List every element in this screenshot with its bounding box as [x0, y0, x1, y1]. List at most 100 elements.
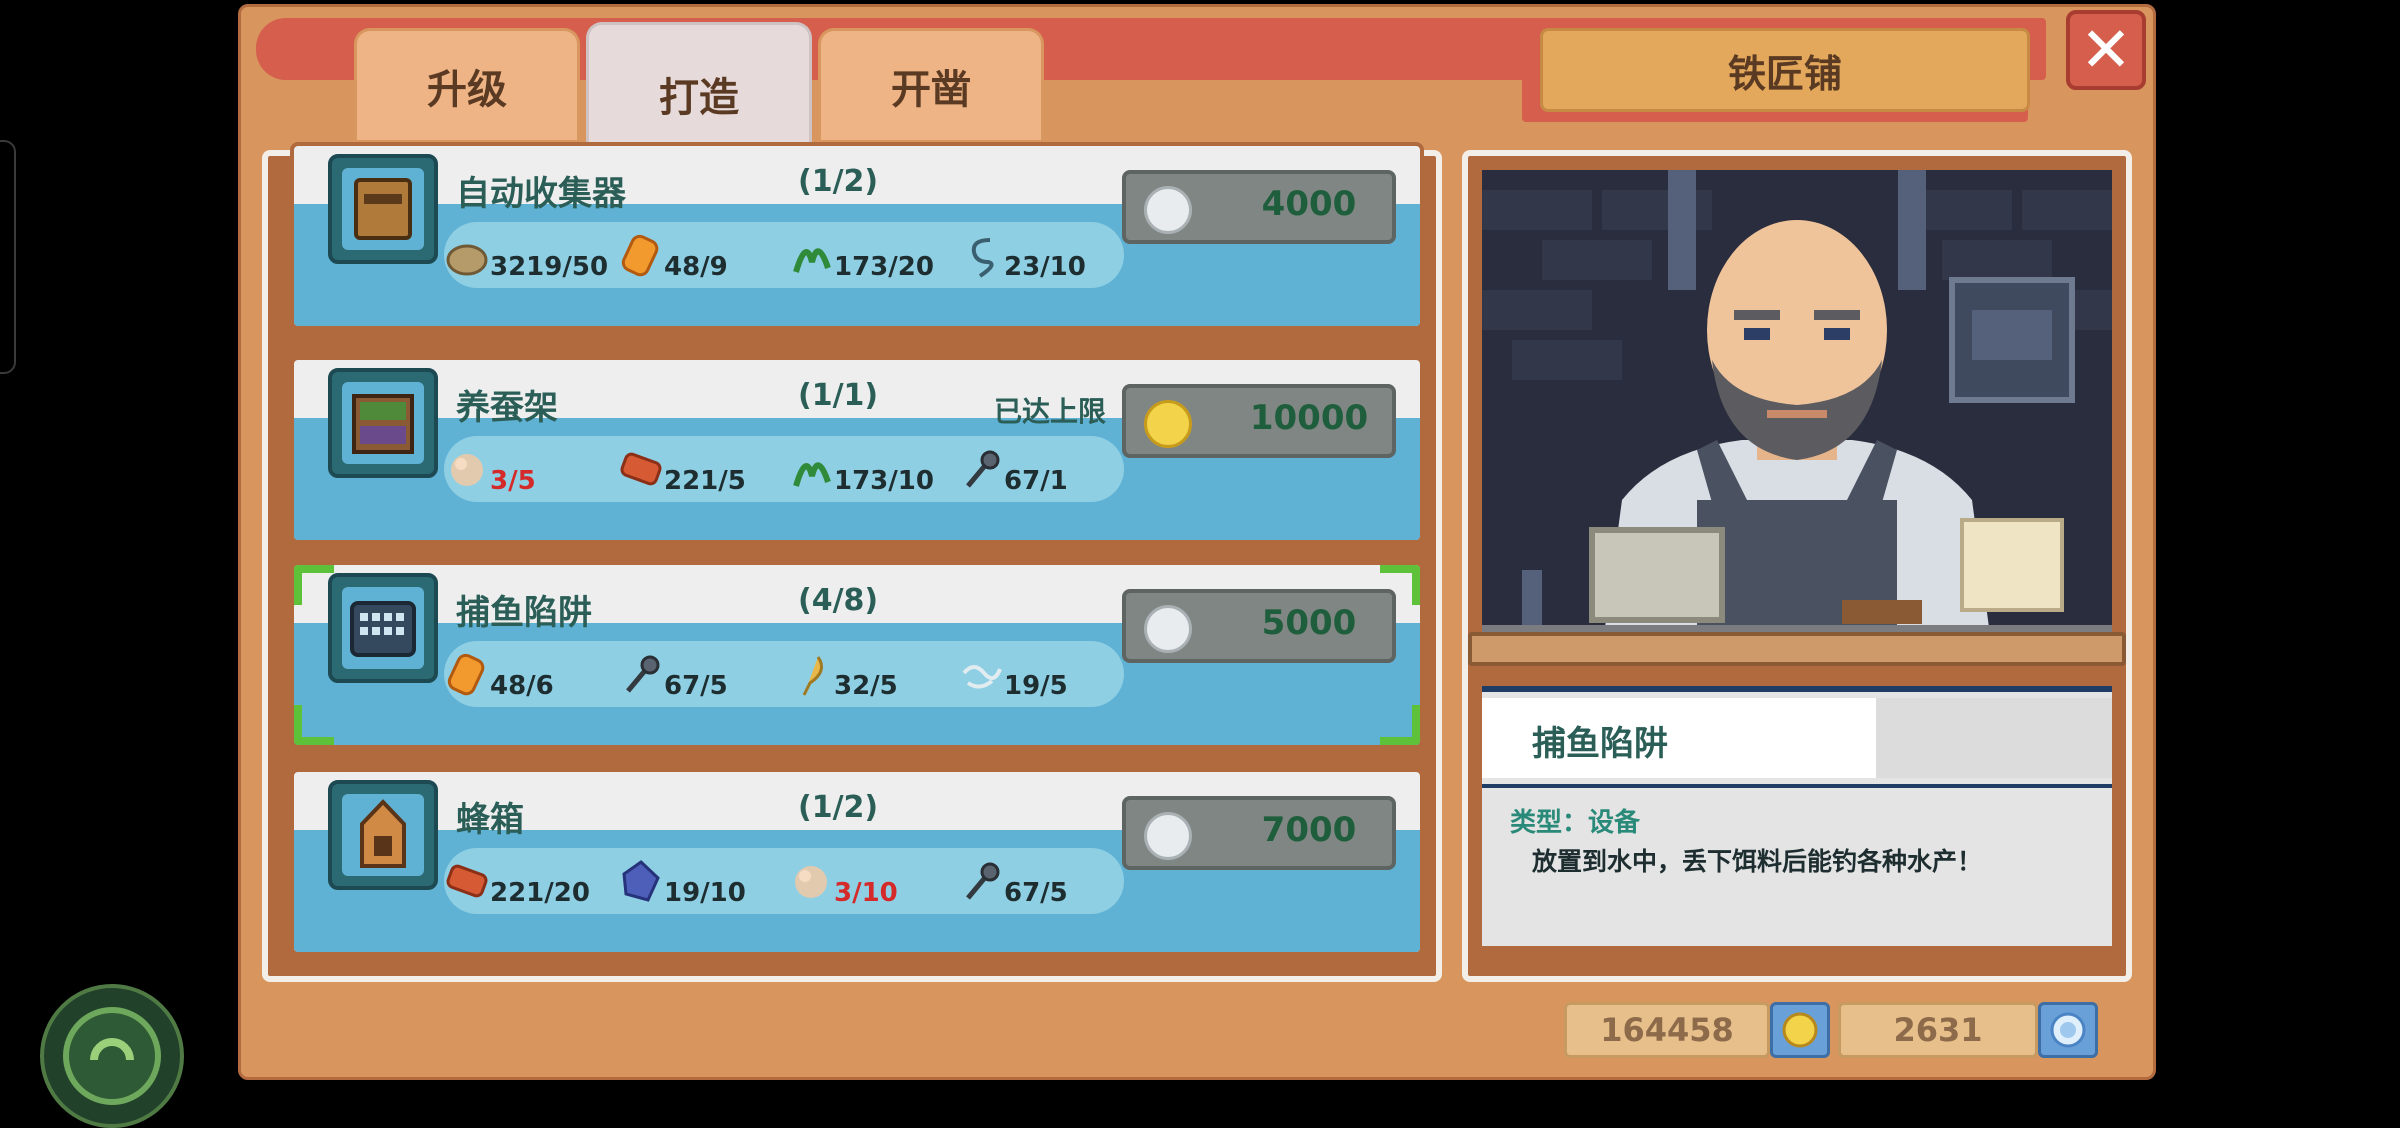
recipe-list[interactable]: 自动收集器 (1/2) 4000 3219/50 48/9 173/20 23/10 养蚕架 (… [262, 142, 1442, 982]
selection-corner-icon [294, 565, 334, 605]
recipe-card[interactable]: 自动收集器 (1/2) 4000 3219/50 48/9 173/20 23/10 [290, 142, 1424, 330]
craft-price-button[interactable]: 4000 [1122, 170, 1396, 244]
material-requirement: 19/5 [958, 649, 1118, 705]
nail-icon [966, 862, 1000, 900]
material-requirement: 32/5 [788, 649, 948, 705]
diamond-amount: 2631 [1893, 1011, 1983, 1049]
limit-reached-label: 已达上限 [994, 395, 1107, 428]
material-qty: 221/20 [490, 878, 590, 908]
item-count: (1/2) [798, 790, 879, 825]
craft-price-button[interactable]: 10000 [1122, 384, 1396, 458]
item-name: 养蚕架 [456, 388, 558, 428]
counter-shelf [1468, 632, 2126, 666]
detail-divider [1482, 784, 2112, 788]
material-qty: 48/9 [664, 252, 728, 282]
material-qty: 173/20 [834, 252, 934, 282]
material-qty: 3219/50 [490, 252, 609, 282]
vine-icon [793, 462, 831, 487]
material-requirement: 3219/50 [444, 230, 608, 286]
price-label: 7000 [1261, 810, 1357, 850]
item-icon [354, 178, 412, 240]
material-requirement: 221/20 [444, 856, 604, 912]
selection-corner-icon [294, 705, 334, 745]
material-qty: 32/5 [834, 671, 898, 701]
material-qty: 3/5 [490, 466, 536, 496]
tab-upgrade[interactable]: 升级 [354, 28, 580, 140]
material-requirement: 3/5 [444, 444, 604, 500]
item-icon-frame [328, 780, 438, 890]
edge-handle[interactable] [0, 140, 16, 374]
close-button[interactable]: ✕ [2066, 10, 2146, 90]
material-qty: 48/6 [490, 671, 554, 701]
vine-icon [793, 248, 831, 273]
material-requirement: 19/10 [618, 856, 778, 912]
craft-price-button[interactable]: 5000 [1122, 589, 1396, 663]
brick-icon [446, 864, 488, 898]
tab-label: 升级 [427, 66, 507, 113]
silver-coin-icon [1144, 605, 1192, 653]
item-count: (4/8) [798, 583, 879, 618]
craft-price-button[interactable]: 7000 [1122, 796, 1396, 870]
copper-ingot-icon [447, 653, 485, 696]
item-icon-frame [328, 573, 438, 683]
material-requirement: 67/5 [618, 649, 778, 705]
item-detail: 捕鱼陷阱 类型：设备 放置到水中，丢下饵料后能钓各种水产！ [1482, 686, 2112, 946]
item-name: 自动收集器 [456, 174, 626, 214]
item-icon-bg [342, 794, 424, 876]
nail-icon [626, 655, 660, 693]
gold-coin-icon [1782, 1012, 1818, 1048]
material-qty: 221/5 [664, 466, 746, 496]
item-count: (1/2) [798, 164, 879, 199]
virtual-joystick[interactable] [40, 984, 184, 1128]
silk-icon [795, 866, 827, 898]
price-label: 4000 [1261, 184, 1357, 224]
item-count: (1/1) [798, 378, 879, 413]
nail-icon [966, 450, 1000, 488]
detail-type: 类型：设备 [1510, 808, 1641, 838]
recipe-card[interactable]: 捕鱼陷阱 (4/8) 5000 48/6 67/5 32/5 19/5 [290, 561, 1424, 749]
gamepad-icon [63, 1007, 161, 1105]
item-icon-frame [328, 154, 438, 264]
material-requirement: 67/5 [958, 856, 1118, 912]
shop-title: 铁匠铺 [1540, 28, 2030, 112]
gold-coin-icon[interactable] [1770, 1002, 1830, 1058]
silver-coin-icon [1144, 186, 1192, 234]
blacksmith-character-image [1482, 170, 2112, 650]
tab-label: 开凿 [891, 66, 971, 113]
material-requirement: 3/10 [788, 856, 948, 912]
material-requirement: 173/10 [788, 444, 948, 500]
detail-description: 放置到水中，丢下饵料后能钓各种水产！ [1532, 847, 1983, 876]
silk-icon [451, 454, 483, 486]
close-icon: ✕ [2080, 13, 2132, 86]
material-requirement: 173/20 [788, 230, 948, 286]
blacksmith-portrait [1482, 170, 2112, 650]
tab-quarry[interactable]: 开凿 [818, 28, 1044, 140]
crystal-icon [622, 860, 660, 902]
item-icon-bg [342, 382, 424, 464]
material-qty: 67/1 [1004, 466, 1068, 496]
material-requirement: 221/5 [618, 444, 778, 500]
price-label: 5000 [1261, 603, 1357, 643]
diamond-icon[interactable] [2038, 1002, 2098, 1058]
material-qty: 19/5 [1004, 671, 1068, 701]
detail-title: 捕鱼陷阱 [1532, 724, 1668, 764]
recipe-card[interactable]: 养蚕架 (1/1) 已达上限 10000 3/5 221/5 173/10 67/1 [290, 356, 1424, 544]
material-qty: 3/10 [834, 878, 898, 908]
tab-craft[interactable]: 打造 [586, 22, 812, 178]
material-qty: 67/5 [1004, 878, 1068, 908]
silver-coin-icon [1144, 812, 1192, 860]
item-icon [360, 799, 406, 868]
material-requirement: 23/10 [958, 230, 1118, 286]
detail-title-accent [1876, 698, 2112, 778]
recipe-card[interactable]: 蜂箱 (1/2) 7000 221/20 19/10 3/10 67/5 [290, 768, 1424, 956]
brick-icon [620, 452, 662, 486]
material-requirement: 48/9 [618, 230, 778, 286]
gold-balance: 164458 [1564, 1002, 1770, 1058]
item-icon-bg [342, 168, 424, 250]
material-requirement: 67/1 [958, 444, 1118, 500]
diamond-icon [2050, 1012, 2086, 1048]
detail-title-bar: 捕鱼陷阱 [1482, 698, 2112, 778]
gold-amount: 164458 [1600, 1011, 1734, 1049]
material-qty: 23/10 [1004, 252, 1086, 282]
selection-corner-icon [1380, 705, 1420, 745]
